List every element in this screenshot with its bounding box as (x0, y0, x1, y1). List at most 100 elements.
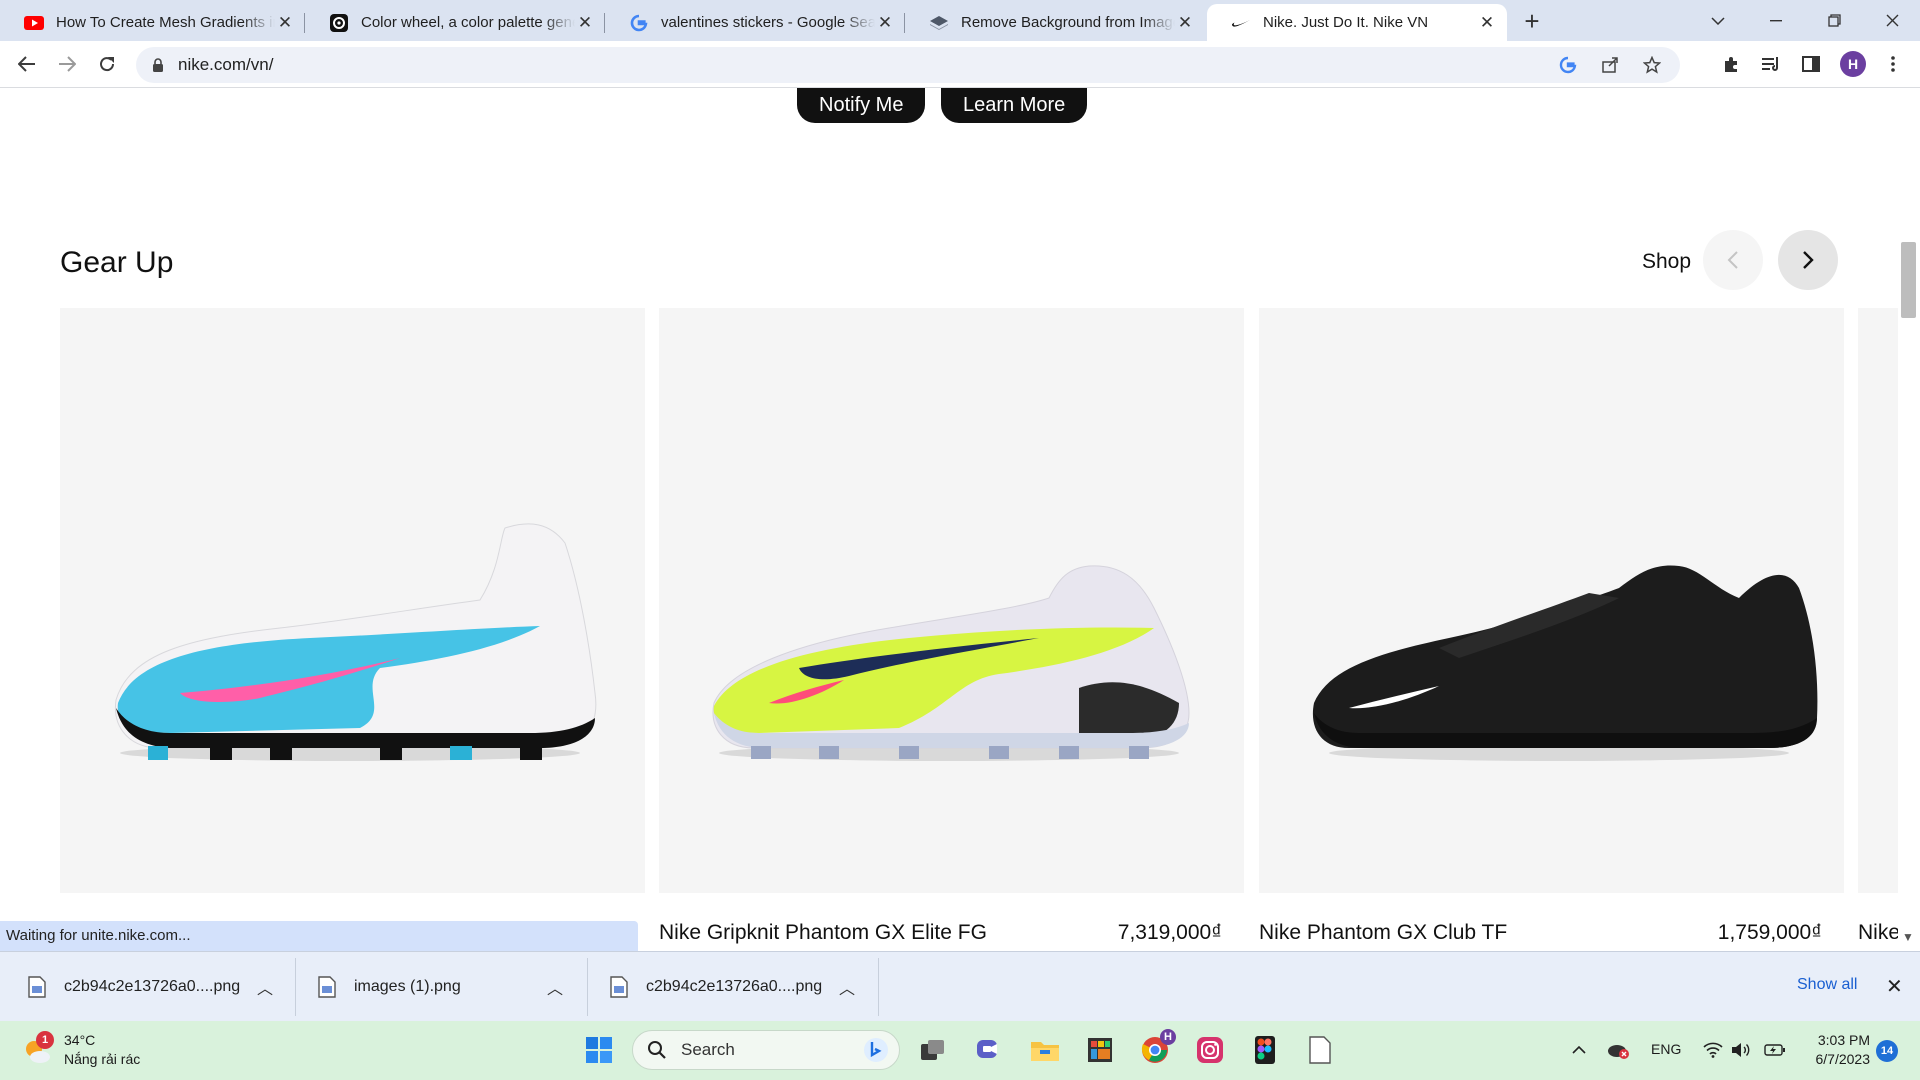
tab-nike[interactable]: Nike. Just Do It. Nike VN ✕ (1207, 4, 1507, 41)
tray-chevron-up-icon[interactable] (1562, 1033, 1596, 1067)
download-filename: c2b94c2e13726a0....png (646, 978, 823, 995)
youtube-icon (24, 13, 44, 33)
close-tab-icon[interactable]: ✕ (875, 13, 895, 33)
chevron-right-icon (1803, 251, 1814, 269)
product-card-partial[interactable] (1858, 308, 1898, 893)
media-queue-icon[interactable] (1758, 51, 1784, 77)
back-arrow-icon[interactable] (13, 50, 41, 78)
product-image (712, 565, 1190, 761)
show-all-link[interactable]: Show all (1797, 976, 1857, 994)
weather-desc: Nắng rải rác (64, 1051, 141, 1067)
tab-title: Color wheel, a color palette gene (361, 14, 575, 31)
search-icon (648, 1041, 666, 1059)
minimize-icon[interactable] (1748, 0, 1804, 41)
lock-icon[interactable] (150, 57, 166, 73)
close-tab-icon[interactable]: ✕ (1477, 13, 1497, 33)
address-bar[interactable]: nike.com/vn/ (136, 47, 1680, 83)
product-price: 1,759,000₫ (1717, 921, 1822, 944)
tab-remove-background[interactable]: Remove Background from Image ✕ (905, 4, 1205, 41)
notify-me-button[interactable]: Notify Me (797, 88, 926, 123)
scroll-down-arrow-icon[interactable]: ▼ (1902, 930, 1914, 944)
more-menu-icon[interactable] (1880, 51, 1906, 77)
instagram-icon[interactable] (1193, 1033, 1227, 1067)
learn-more-button[interactable]: Learn More (941, 88, 1088, 123)
download-filename: images (1).png (354, 978, 461, 995)
chevron-left-icon (1727, 251, 1738, 269)
download-item[interactable]: c2b94c2e13726a0....png ︿ (610, 952, 862, 1022)
teams-chat-icon[interactable] (972, 1033, 1006, 1067)
extensions-puzzle-icon[interactable] (1718, 51, 1744, 77)
divider (295, 958, 296, 1016)
new-tab-button[interactable]: + (1518, 8, 1546, 36)
shop-link[interactable]: Shop (1642, 250, 1691, 274)
carousel-prev-button[interactable] (1703, 230, 1763, 290)
profile-avatar[interactable]: H (1840, 51, 1866, 77)
tab-color-wheel[interactable]: Color wheel, a color palette gene ✕ (305, 4, 605, 41)
tab-search-chevron-icon[interactable] (1690, 0, 1746, 41)
file-explorer-icon[interactable] (1028, 1033, 1062, 1067)
url-text[interactable]: nike.com/vn/ (178, 55, 273, 75)
google-lens-icon[interactable] (1556, 53, 1580, 77)
weather-temp: 34°C (64, 1032, 96, 1048)
image-file-icon (610, 976, 628, 998)
clock-date: 6/7/2023 (1815, 1051, 1871, 1067)
blank-file-icon[interactable] (1303, 1033, 1337, 1067)
tab-title: Remove Background from Image (961, 14, 1175, 31)
chevron-up-icon[interactable]: ︿ (250, 975, 280, 999)
download-shelf: c2b94c2e13726a0....png ︿ images (1).png … (0, 951, 1920, 1021)
side-panel-icon[interactable] (1798, 51, 1824, 77)
bing-icon[interactable] (863, 1037, 889, 1063)
close-tab-icon[interactable]: ✕ (575, 13, 595, 33)
close-tab-icon[interactable]: ✕ (275, 13, 295, 33)
volume-icon[interactable] (1724, 1033, 1758, 1067)
clock[interactable]: 3:03 PM 6/7/2023 (1808, 1031, 1871, 1069)
restore-icon[interactable] (1806, 0, 1862, 41)
chrome-icon[interactable]: H (1138, 1029, 1176, 1067)
product-card-white-blue-boot[interactable] (60, 308, 645, 893)
product-price: 7,319,000₫ (1117, 921, 1222, 944)
product-card-gripknit-phantom[interactable] (659, 308, 1244, 893)
chevron-up-icon[interactable]: ︿ (540, 975, 570, 999)
close-window-icon[interactable] (1864, 0, 1920, 41)
tab-mesh-gradients[interactable]: How To Create Mesh Gradients in ✕ (0, 4, 305, 41)
download-item[interactable]: images (1).png ︿ (318, 952, 570, 1022)
section-title: Gear Up (60, 246, 174, 279)
close-icon[interactable]: ✕ (1886, 974, 1903, 999)
divider (587, 958, 588, 1016)
carousel-next-button[interactable] (1778, 230, 1838, 290)
notification-badge[interactable]: 14 (1876, 1040, 1898, 1062)
download-filename: c2b94c2e13726a0....png (64, 978, 241, 995)
chrome-profile-badge: H (1160, 1029, 1176, 1045)
tab-valentines-stickers[interactable]: valentines stickers - Google Search ✕ (605, 4, 905, 41)
task-view-icon[interactable] (916, 1033, 950, 1067)
page-scrollbar[interactable] (1898, 88, 1920, 951)
close-tab-icon[interactable]: ✕ (1175, 13, 1195, 33)
language-indicator[interactable]: ENG (1651, 1041, 1681, 1057)
chevron-up-icon[interactable]: ︿ (832, 975, 862, 999)
tab-title: valentines stickers - Google Search (661, 14, 875, 31)
address-bar-actions (1556, 53, 1664, 77)
weather-widget[interactable]: 1 34°C Nắng rải rác (22, 1031, 140, 1069)
battery-charging-icon[interactable] (1758, 1033, 1792, 1067)
product-card-phantom-club-tf[interactable] (1259, 308, 1844, 893)
divider (878, 958, 879, 1016)
scrollbar-thumb[interactable] (1901, 242, 1916, 318)
product-name[interactable]: Nike Phantom GX Club TF (1259, 921, 1507, 945)
tab-strip: How To Create Mesh Gradients in ✕ Color … (0, 0, 1920, 41)
google-icon (629, 13, 649, 33)
product-image (1312, 565, 1818, 761)
product-name[interactable]: Nike (1858, 921, 1898, 945)
nike-swoosh-icon (1231, 13, 1251, 33)
reload-icon[interactable] (93, 50, 121, 78)
browser-toolbar: nike.com/vn/ H (0, 41, 1920, 88)
windows-start-icon[interactable] (582, 1033, 616, 1067)
photos-app-icon[interactable] (1083, 1033, 1117, 1067)
product-name[interactable]: Nike Gripknit Phantom GX Elite FG (659, 921, 987, 945)
bookmark-star-icon[interactable] (1640, 53, 1664, 77)
forward-arrow-icon[interactable] (53, 50, 81, 78)
download-item[interactable]: c2b94c2e13726a0....png ︿ (28, 952, 280, 1022)
figma-icon[interactable] (1248, 1033, 1282, 1067)
share-icon[interactable] (1598, 53, 1622, 77)
onedrive-offline-icon[interactable] (1601, 1033, 1635, 1067)
taskbar-search[interactable]: Search (632, 1030, 900, 1070)
